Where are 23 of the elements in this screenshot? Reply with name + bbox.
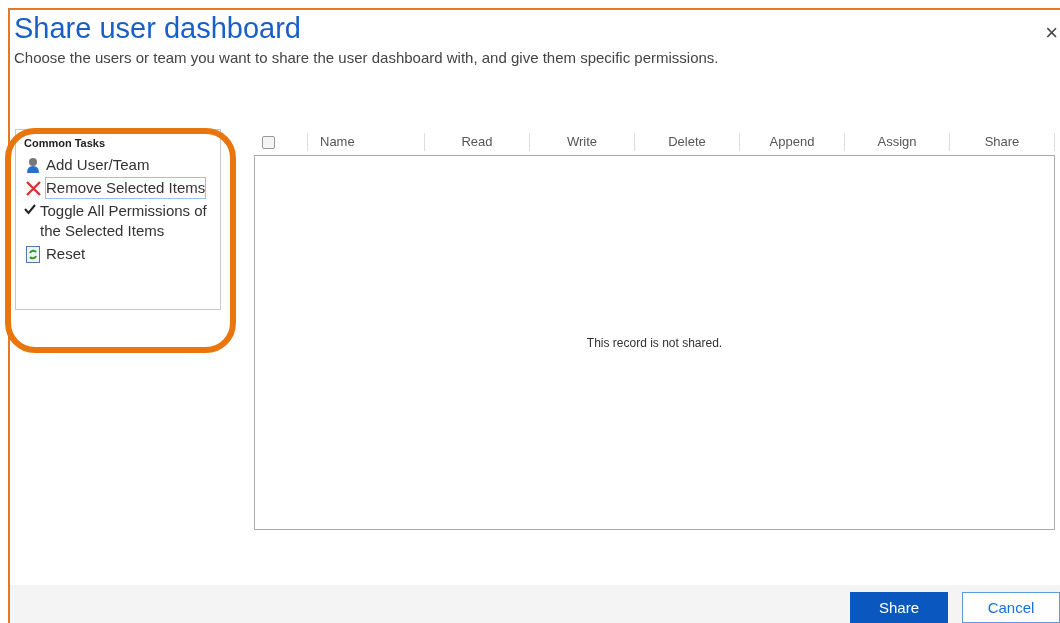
task-link[interactable]: Add User/Team bbox=[46, 155, 150, 175]
task-link[interactable]: Toggle All Permissions of the Selected Items bbox=[40, 201, 220, 241]
panel-heading: Common Tasks bbox=[24, 137, 106, 149]
column-header[interactable]: Name bbox=[308, 133, 425, 151]
dialog-subtitle: Choose the users or team you want to share the user dashboard with, and give them specific permissions. bbox=[14, 49, 719, 66]
user-icon bbox=[26, 157, 40, 174]
select-all-checkbox[interactable] bbox=[262, 135, 275, 149]
cross-icon bbox=[24, 180, 42, 197]
task-link[interactable]: Reset bbox=[46, 244, 86, 264]
refresh-document-icon bbox=[26, 246, 40, 263]
column-header[interactable]: Append bbox=[740, 133, 845, 151]
close-button[interactable]: × bbox=[1043, 22, 1060, 44]
empty-message: This record is not shared. bbox=[586, 335, 723, 350]
column-header[interactable]: Delete bbox=[635, 133, 740, 151]
share-button[interactable]: Share bbox=[850, 592, 948, 623]
cancel-button[interactable]: Cancel bbox=[962, 592, 1060, 623]
column-header[interactable]: Write bbox=[530, 133, 635, 151]
column-header[interactable]: Share bbox=[950, 133, 1055, 151]
dialog-title: Share user dashboard bbox=[14, 12, 301, 45]
column-header[interactable]: Read bbox=[425, 133, 530, 151]
column-header[interactable]: Assign bbox=[845, 133, 950, 151]
checkmark-icon bbox=[24, 203, 36, 215]
task-link[interactable]: Remove Selected Items bbox=[46, 178, 206, 198]
